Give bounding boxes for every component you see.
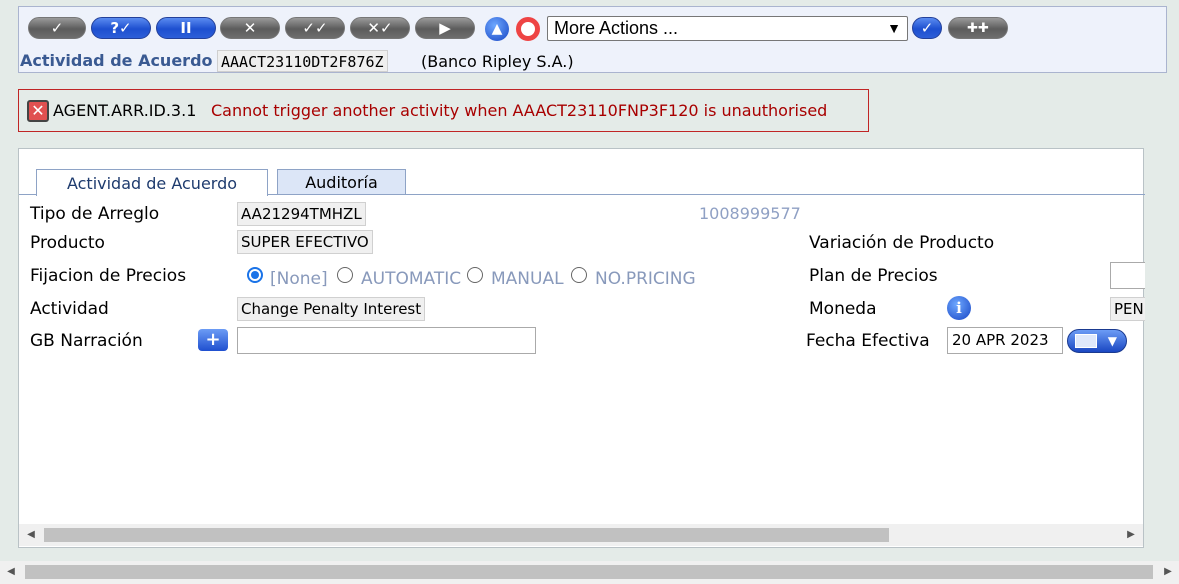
calendar-icon — [1075, 334, 1097, 348]
chevron-down-icon: ▼ — [1107, 334, 1117, 348]
more-actions-label: More Actions ... — [554, 18, 679, 38]
producto-label: Producto — [30, 233, 105, 253]
company-name: (Banco Ripley S.A.) — [421, 52, 574, 71]
x-check-icon: ✕✓ — [367, 19, 393, 37]
plan-precios-input[interactable] — [1110, 262, 1145, 289]
pricing-radio-nopricing[interactable] — [571, 267, 587, 283]
main-panel: Actividad de Acuerdo Auditoría Tipo de A… — [18, 148, 1145, 548]
play-icon: ▶ — [439, 19, 451, 37]
plus-plus-icon: ✚✚ — [967, 20, 989, 36]
commit-button[interactable]: ✓ — [28, 17, 86, 39]
pricing-option-automatic: AUTOMATIC — [361, 269, 462, 289]
reverse-button[interactable]: ✕✓ — [350, 17, 410, 39]
scroll-right-icon[interactable]: ▶ — [1123, 524, 1139, 546]
page-horizontal-scrollbar[interactable]: ◀ ▶ — [0, 561, 1179, 584]
tipo-arreglo-value: AA21294TMHZL — [237, 202, 366, 226]
add-narration-icon[interactable]: + — [198, 329, 228, 351]
variacion-label: Variación de Producto — [809, 233, 995, 253]
scroll-left-icon[interactable]: ◀ — [3, 561, 19, 583]
validate-button[interactable]: ?✓ — [91, 17, 151, 39]
tab-auditoria[interactable]: Auditoría — [277, 169, 406, 195]
actividad-label: Actividad — [30, 299, 109, 319]
pricing-radio-automatic[interactable] — [337, 267, 353, 283]
error-close-icon[interactable]: ✕ — [27, 100, 49, 122]
scrollbar-thumb[interactable] — [44, 528, 889, 542]
tab-underline — [268, 194, 1145, 195]
narracion-input[interactable] — [237, 327, 536, 354]
tab-actividad-de-acuerdo[interactable]: Actividad de Acuerdo — [36, 169, 268, 196]
pricing-option-nopricing: NO.PRICING — [595, 269, 696, 289]
double-check-icon: ✓✓ — [302, 19, 328, 37]
scrollbar-thumb[interactable] — [25, 565, 1153, 579]
lifebuoy-icon[interactable] — [516, 17, 540, 41]
authorise-button[interactable]: ✓✓ — [285, 17, 345, 39]
customer-number: 1008999577 — [699, 204, 801, 223]
check-icon: ✓ — [920, 19, 934, 37]
fecha-label: Fecha Efectiva — [806, 331, 930, 351]
go-button[interactable]: ✓ — [912, 17, 942, 39]
add-button[interactable]: ✚✚ — [948, 17, 1008, 39]
question-check-icon: ?✓ — [110, 19, 132, 37]
x-icon: ✕ — [243, 19, 257, 37]
plan-precios-label: Plan de Precios — [809, 266, 938, 286]
tipo-arreglo-label: Tipo de Arreglo — [30, 204, 160, 224]
error-code: AGENT.ARR.ID.3.1 — [53, 101, 197, 120]
fijacion-label: Fijacion de Precios — [30, 266, 187, 286]
pause-icon: II — [180, 19, 192, 37]
narracion-label: GB Narración — [30, 331, 143, 351]
more-actions-select[interactable]: More Actions ... ▼ — [547, 16, 908, 41]
error-message-box: ✕ AGENT.ARR.ID.3.1 Cannot trigger anothe… — [18, 89, 869, 132]
check-icon: ✓ — [50, 19, 64, 37]
record-id: AAACT23110DT2F876Z — [217, 50, 388, 72]
pricing-option-manual: MANUAL — [491, 269, 564, 289]
up-arrow-icon[interactable]: ▲ — [485, 17, 509, 41]
producto-value: SUPER EFECTIVO — [237, 230, 373, 254]
fecha-input[interactable]: 20 APR 2023 — [947, 327, 1063, 354]
actividad-value: Change Penalty Interest — [237, 297, 426, 321]
pricing-option-none: [None] — [270, 269, 328, 289]
error-text: Cannot trigger another activity when AAA… — [211, 101, 828, 120]
tab-underline — [19, 194, 36, 195]
page-title: Actividad de Acuerdo — [20, 51, 213, 70]
pricing-radio-manual[interactable] — [467, 267, 483, 283]
hold-button[interactable]: II — [156, 17, 216, 39]
scroll-right-icon[interactable]: ▶ — [1160, 561, 1176, 583]
delete-button[interactable]: ✕ — [220, 17, 280, 39]
next-button[interactable]: ▶ — [415, 17, 475, 39]
moneda-label: Moneda — [809, 299, 877, 319]
pricing-radio-none[interactable] — [247, 267, 263, 283]
calendar-button[interactable]: ▼ — [1067, 329, 1127, 353]
chevron-down-icon: ▼ — [887, 20, 901, 36]
moneda-value: PEN — [1110, 297, 1145, 321]
scroll-left-icon[interactable]: ◀ — [23, 524, 39, 546]
panel-horizontal-scrollbar[interactable]: ◀ ▶ — [19, 524, 1143, 546]
info-icon[interactable]: i — [947, 296, 971, 320]
